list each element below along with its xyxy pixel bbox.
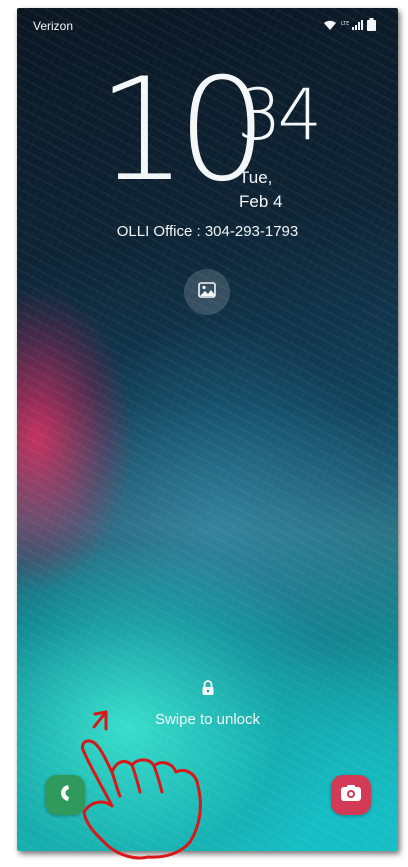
clock-hour: 10 bbox=[97, 48, 268, 213]
camera-icon bbox=[340, 784, 362, 807]
battery-icon bbox=[367, 18, 376, 34]
clock: 10 34 Tue, Feb 4 bbox=[97, 60, 347, 232]
swipe-to-unlock-label: Swipe to unlock bbox=[154, 711, 261, 728]
wallpaper-button[interactable] bbox=[184, 269, 230, 315]
svg-text:LTE: LTE bbox=[341, 21, 349, 27]
phone-shortcut[interactable] bbox=[45, 775, 85, 815]
unlock-area[interactable]: Swipe to unlock bbox=[17, 680, 398, 728]
phone-icon bbox=[57, 783, 73, 808]
signal-icon: LTE bbox=[341, 19, 363, 34]
camera-shortcut[interactable] bbox=[331, 775, 371, 815]
clock-minute: 34 bbox=[237, 74, 322, 156]
status-bar: Verizon LTE bbox=[17, 8, 398, 38]
clock-date: Feb 4 bbox=[239, 192, 283, 211]
wifi-icon bbox=[323, 19, 337, 34]
status-icons: LTE bbox=[323, 18, 376, 34]
carrier-label: Verizon bbox=[33, 19, 74, 33]
lock-icon bbox=[201, 680, 215, 696]
lock-screen[interactable]: Verizon LTE 10 34 Tue, Feb 4 OLLI Office… bbox=[17, 8, 398, 851]
clock-day: Tue, bbox=[239, 168, 273, 187]
owner-info: OLLI Office : 304-293-1793 bbox=[116, 223, 299, 240]
image-icon bbox=[198, 281, 216, 303]
